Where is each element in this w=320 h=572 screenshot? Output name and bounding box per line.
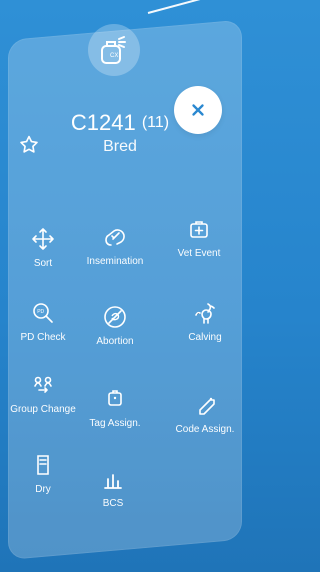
background-line [147,0,257,14]
action-calving[interactable]: Calving [162,300,248,364]
close-icon [192,104,204,116]
action-label: BCS [102,498,124,509]
action-code-assign[interactable]: Code Assign. [162,392,248,456]
action-label: Code Assign. [175,424,235,435]
star-icon[interactable] [18,134,40,156]
pd-check-icon: PD [33,303,53,323]
sort-icon [32,228,54,250]
animal-badge: CX [88,24,140,76]
animal-id-row: C1241 (11) [60,110,180,136]
action-tag-assign[interactable]: Tag Assign. [72,386,158,450]
animal-title: C1241 (11) Bred [60,110,180,156]
code-assign-icon [199,397,215,415]
bcs-icon [104,474,122,489]
animal-id: C1241 [70,110,136,135]
action-vet-event[interactable]: Vet Event [156,216,242,280]
group-change-icon [34,376,52,393]
action-abortion[interactable]: Abortion [72,304,158,368]
animal-count: (11) [141,114,170,131]
action-label: Insemination [86,256,144,267]
action-label: Calving [188,332,222,343]
action-label: Abortion [96,336,134,347]
insemination-icon [105,229,125,246]
action-label: Vet Event [177,248,221,259]
close-button[interactable] [174,86,222,134]
animal-status: Bred [103,138,137,155]
svg-text:PD: PD [37,309,44,315]
action-insemination[interactable]: Insemination [72,224,158,288]
abortion-icon [104,306,126,328]
vet-event-icon [190,221,208,238]
tag-assign-icon [108,390,122,406]
dry-icon [37,455,49,475]
action-label: Tag Assign. [89,418,141,429]
calving-icon [195,303,215,324]
svg-text:CX: CX [110,53,118,59]
action-bcs[interactable]: BCS [70,466,156,530]
spray-icon: CX [101,36,126,64]
